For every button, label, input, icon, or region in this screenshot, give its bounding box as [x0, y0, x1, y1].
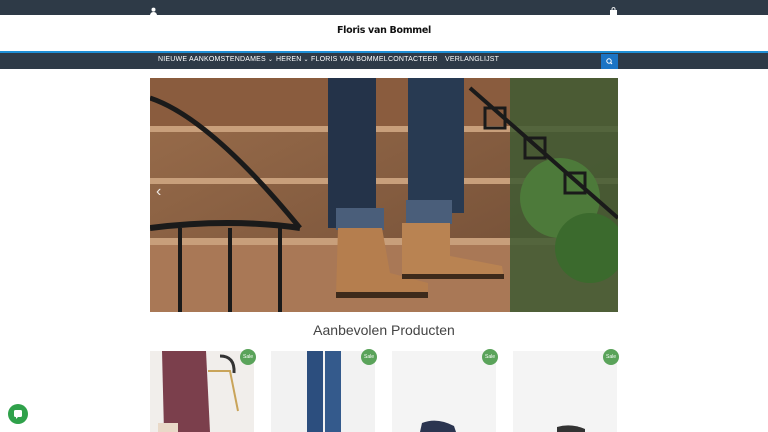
top-utility-bar [0, 0, 768, 16]
nav-item-dames[interactable]: DAMES ⌄ [240, 56, 273, 63]
shopping-bag-icon[interactable] [609, 3, 618, 16]
nav-item-wishlist[interactable]: VERLANGLIJST [445, 56, 499, 63]
user-icon[interactable] [149, 3, 158, 16]
sale-badge: Sale [240, 349, 256, 365]
sale-badge: Sale [361, 349, 377, 365]
main-navigation: NIEUWE AANKOMSTEN DAMES ⌄ HEREN ⌄ FLORIS V… [0, 51, 768, 69]
product-image [150, 351, 254, 432]
section-title: Aanbevolen Producten [313, 322, 455, 338]
product-card[interactable] [392, 351, 496, 432]
sale-badge: Sale [603, 349, 619, 365]
nav-label: HEREN [276, 56, 302, 63]
search-icon [606, 58, 613, 65]
nav-item-new-arrivals[interactable]: NIEUWE AANKOMSTEN [158, 56, 240, 63]
chat-icon [14, 410, 22, 419]
sale-badge: Sale [482, 349, 498, 365]
nav-label: DAMES [240, 56, 266, 63]
hero-image [150, 78, 618, 312]
product-image [392, 351, 496, 432]
nav-item-contact[interactable]: CONTACTEER [388, 56, 438, 63]
hero-banner[interactable]: ‹ [150, 78, 618, 312]
product-card[interactable] [271, 351, 375, 432]
product-card[interactable] [150, 351, 254, 432]
product-card[interactable] [513, 351, 617, 432]
search-button[interactable] [601, 54, 618, 69]
nav-item-heren[interactable]: HEREN ⌄ [276, 56, 309, 63]
slider-prev-arrow[interactable]: ‹ [156, 182, 170, 202]
product-image [271, 351, 375, 432]
nav-item-floris-van-bommel[interactable]: FLORIS VAN BOMMEL [311, 56, 388, 63]
chat-button[interactable] [8, 404, 28, 424]
brand-logo[interactable]: Floris van Bommel [336, 25, 432, 36]
product-image [513, 351, 617, 432]
chevron-down-icon: ⌄ [303, 57, 309, 63]
site-header: Floris van Bommel [0, 15, 768, 51]
chevron-down-icon: ⌄ [267, 57, 274, 63]
